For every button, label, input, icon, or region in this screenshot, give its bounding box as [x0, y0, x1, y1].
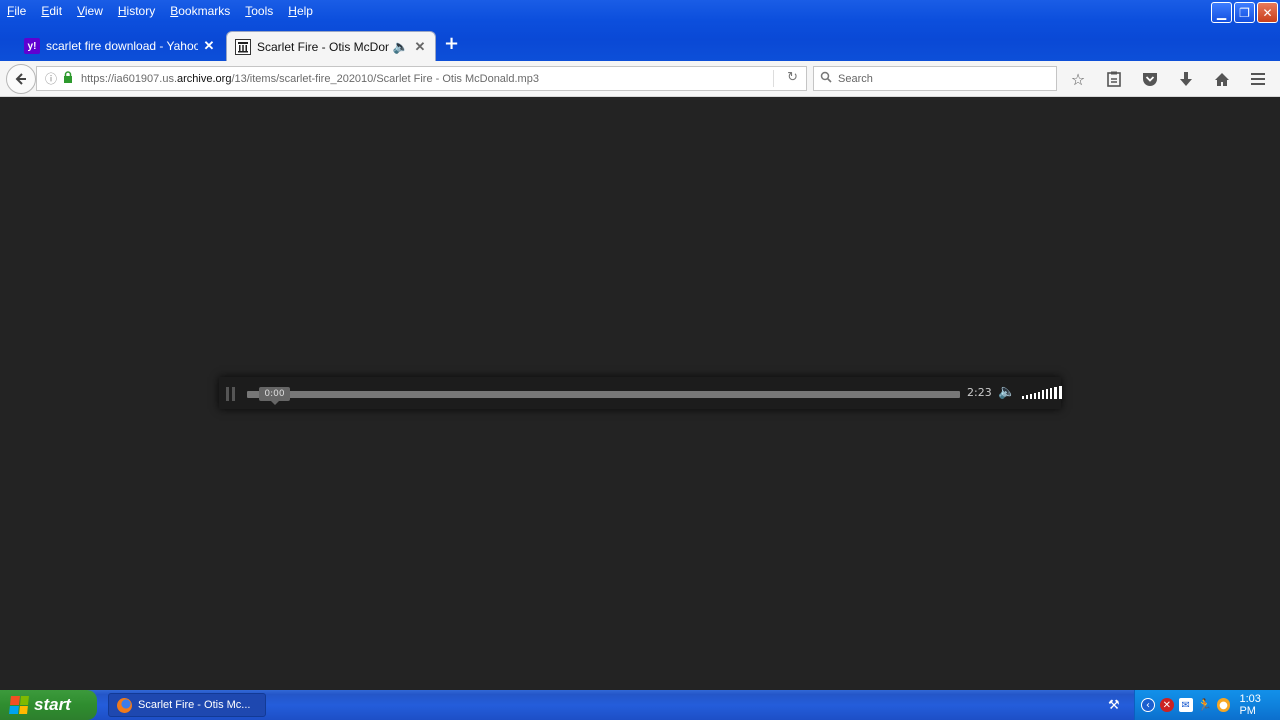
orange-status-icon[interactable]: ● [1216, 698, 1231, 712]
star-icon[interactable]: ☆ [1066, 68, 1090, 90]
start-label: start [34, 695, 71, 714]
browser-title-area: File Edit View History Bookmarks Tools H… [0, 0, 1280, 61]
menu-bookmarks[interactable]: Bookmarks [170, 4, 230, 18]
seek-bar[interactable]: 0:00 [247, 387, 960, 405]
close-tab-icon[interactable]: ✕ [202, 38, 216, 54]
search-icon [820, 71, 832, 86]
download-icon[interactable] [1174, 68, 1198, 90]
pocket-icon[interactable] [1138, 68, 1162, 90]
menu-tools[interactable]: Tools [245, 4, 273, 18]
volume-slider[interactable] [1022, 386, 1062, 399]
current-time-tooltip: 0:00 [259, 387, 290, 405]
address-bar[interactable]: ⓘ https://ia601907.us.archive.org/13/ite… [36, 66, 807, 91]
taskbar-item-firefox[interactable]: Scarlet Fire - Otis Mc... [108, 693, 266, 717]
page-content: 0:00 2:23 🔈 [0, 98, 1280, 690]
network-icon[interactable]: ‹ [1141, 698, 1155, 712]
tab-title: Scarlet Fire - Otis McDon... [257, 39, 389, 54]
taskbar: start Scarlet Fire - Otis Mc... ⚒ ‹ ✕ ✉ … [0, 690, 1280, 720]
search-input[interactable] [838, 72, 1038, 85]
menu-edit[interactable]: Edit [41, 4, 62, 18]
menu-history[interactable]: History [118, 4, 155, 18]
navigation-toolbar: ⓘ https://ia601907.us.archive.org/13/ite… [0, 61, 1280, 97]
windows-logo-icon [9, 696, 29, 714]
tab-yahoo-search[interactable]: y! scarlet fire download - Yahoo ... ✕ [16, 31, 224, 61]
system-tray: ‹ ✕ ✉ 🏃 ● 1:03 PM [1134, 690, 1280, 720]
home-icon[interactable] [1210, 68, 1234, 90]
security-shield-icon[interactable]: ✕ [1159, 698, 1174, 712]
window-controls: ▁ ❐ ✕ [1211, 2, 1278, 23]
hamburger-menu-icon[interactable] [1246, 68, 1270, 90]
clipboard-icon[interactable] [1102, 68, 1126, 90]
search-box[interactable] [813, 66, 1057, 91]
restore-button[interactable]: ❐ [1234, 2, 1255, 23]
clock[interactable]: 1:03 PM [1239, 693, 1280, 717]
yahoo-favicon-icon: y! [24, 38, 40, 54]
close-tab-icon[interactable]: ✕ [413, 39, 427, 55]
lock-icon[interactable] [59, 71, 77, 86]
info-icon[interactable]: ⓘ [43, 70, 59, 87]
menu-view[interactable]: View [77, 4, 103, 18]
duration-label: 2:23 [967, 386, 992, 399]
start-button[interactable]: start [0, 690, 97, 720]
reload-icon[interactable]: ↻ [787, 70, 798, 85]
new-tab-icon[interactable]: + [444, 33, 459, 54]
tab-audio-icon[interactable]: 🔈 [393, 39, 409, 55]
tab-scarlet-fire[interactable]: Scarlet Fire - Otis McDon... 🔈 ✕ [226, 31, 436, 61]
taskbar-item-label: Scarlet Fire - Otis Mc... [138, 699, 251, 711]
pause-icon[interactable] [226, 387, 238, 401]
tool-icon[interactable]: ⚒ [1108, 698, 1120, 713]
divider [773, 70, 774, 87]
menubar: File Edit View History Bookmarks Tools H… [0, 0, 328, 22]
tab-title: scarlet fire download - Yahoo ... [46, 39, 198, 53]
minimize-button[interactable]: ▁ [1211, 2, 1232, 23]
firefox-icon [117, 697, 132, 713]
mail-icon[interactable]: ✉ [1178, 698, 1193, 712]
toolbar-icons: ☆ [1066, 68, 1280, 90]
runner-icon[interactable]: 🏃 [1197, 698, 1212, 712]
tab-strip: y! scarlet fire download - Yahoo ... ✕ S… [0, 28, 1280, 61]
close-window-button[interactable]: ✕ [1257, 2, 1278, 23]
audio-player: 0:00 2:23 🔈 [219, 377, 1062, 409]
url-text: https://ia601907.us.archive.org/13/items… [81, 72, 539, 85]
menu-file[interactable]: File [7, 4, 26, 18]
archive-favicon-icon [235, 38, 251, 55]
back-arrow-icon[interactable] [6, 64, 36, 94]
menu-help[interactable]: Help [288, 4, 313, 18]
speaker-icon[interactable]: 🔈 [998, 384, 1015, 400]
